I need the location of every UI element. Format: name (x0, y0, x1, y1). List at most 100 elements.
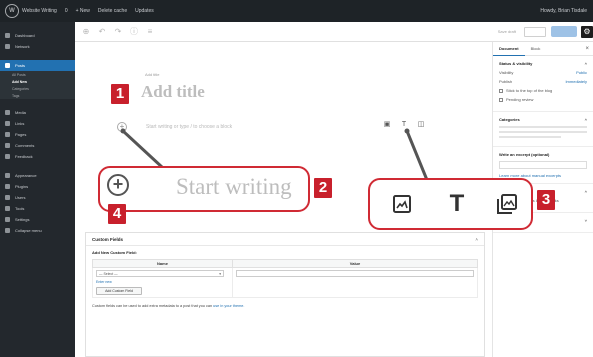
custom-field-name-select[interactable]: — Select — ▾ (96, 270, 224, 277)
visibility-row: Visibility Public (499, 70, 587, 75)
status-visibility-toggle[interactable]: Status & visibility ˄ (499, 61, 587, 66)
sidebar-item-settings[interactable]: Settings (0, 214, 75, 225)
sidebar-item-comments[interactable]: Comments (0, 140, 75, 151)
help-link[interactable]: use in your theme. (213, 304, 244, 308)
sidebar-subitem-all-posts[interactable]: All Posts (0, 71, 75, 78)
sidebar-item-links[interactable]: Links (0, 118, 75, 129)
publish-row: Publish Immediately (499, 79, 587, 84)
sidebar-item-media[interactable]: Media (0, 107, 75, 118)
block-navigation-icon[interactable]: ≡ (145, 27, 155, 37)
value-cell (232, 267, 478, 298)
undo-icon[interactable]: ↶ (97, 27, 107, 37)
users-icon (5, 195, 10, 200)
custom-fields-metabox: Custom Fields ˄ Add New Custom Field: Nam… (85, 232, 485, 357)
category-list (499, 126, 587, 138)
category-line (499, 126, 587, 128)
appearance-icon (5, 173, 10, 178)
publish-date-toggle[interactable]: Immediately (565, 79, 587, 84)
sidebar-subitem-tags[interactable]: Tags (0, 92, 75, 99)
image-icon[interactable] (388, 190, 416, 218)
add-custom-field-button[interactable]: Add Custom Field (96, 287, 142, 295)
delete-cache-link[interactable]: Delete cache (98, 8, 127, 14)
tab-block[interactable]: Block (525, 46, 547, 51)
sidebar-item-appearance[interactable]: Appearance (0, 170, 75, 181)
site-name-link[interactable]: Website Writing (22, 8, 57, 14)
pending-review-checkbox[interactable]: Pending review (499, 97, 587, 102)
custom-fields-header[interactable]: Custom Fields ˄ (86, 233, 484, 246)
quick-gallery-icon[interactable]: ◫ (417, 121, 425, 129)
posts-pin-icon (5, 63, 10, 68)
checkbox-icon (499, 97, 503, 102)
callout-badge-2: 2 (314, 178, 332, 198)
redo-icon[interactable]: ↷ (113, 27, 123, 37)
sidebar-separator (0, 99, 75, 107)
admin-sidebar: Dashboard Network Posts All Posts Add Ne… (0, 22, 75, 357)
gallery-icon[interactable] (493, 190, 521, 218)
custom-fields-help: Custom fields can be used to add extra m… (92, 304, 245, 308)
sidebar-item-network[interactable]: Network (0, 41, 75, 52)
title-hint: Add title (145, 72, 160, 77)
preview-button[interactable] (524, 26, 546, 37)
dashboard-icon (5, 33, 10, 38)
callout-badge-1: 1 (111, 84, 129, 104)
sidebar-subitem-categories[interactable]: Categories (0, 85, 75, 92)
howdy-user-link[interactable]: Howdy, Brian Tisdale (540, 8, 587, 14)
media-icon (5, 110, 10, 115)
visibility-toggle[interactable]: Public (576, 70, 587, 75)
plugins-icon (5, 184, 10, 189)
sidebar-item-dashboard[interactable]: Dashboard (0, 30, 75, 41)
new-content-link[interactable]: + New (76, 8, 90, 14)
sidebar-item-collapse[interactable]: Collapse menu (0, 225, 75, 236)
excerpt-textarea[interactable] (499, 161, 587, 169)
category-line (499, 136, 561, 138)
plus-circle-icon[interactable]: + (107, 174, 129, 196)
callout-badge-3: 3 (537, 190, 555, 210)
table-header-row: Name Value (92, 259, 478, 268)
category-line (499, 131, 587, 133)
sidebar-item-pages[interactable]: Pages (0, 129, 75, 140)
settings-gear-icon[interactable]: ⚙ (581, 25, 593, 38)
editor-toolbar: ⊕ ↶ ↷ ⓘ ≡ Save draft ⚙ (75, 22, 593, 42)
chevron-up-icon: ˄ (584, 117, 587, 122)
sidebar-item-feedback[interactable]: Feedback (0, 151, 75, 162)
gallery-icon-svg (497, 194, 517, 214)
stick-to-top-checkbox[interactable]: Stick to the top of the blog (499, 88, 587, 93)
wordpress-logo-icon[interactable]: W (5, 4, 19, 18)
network-icon (5, 44, 10, 49)
settings-icon (5, 217, 10, 222)
enter-new-link[interactable]: Enter new (96, 280, 229, 284)
publish-button[interactable] (551, 26, 577, 37)
status-visibility-section: Status & visibility ˄ Visibility Public Pu… (493, 56, 593, 112)
post-title-input[interactable]: Add title (141, 82, 205, 102)
save-draft-button[interactable]: Save draft (498, 29, 516, 34)
image-icon-svg (393, 195, 411, 213)
quick-image-icon[interactable]: ▣ (383, 121, 391, 129)
updates-link[interactable]: Updates (135, 8, 154, 14)
chevron-down-icon: ˅ (584, 218, 587, 223)
paragraph-placeholder[interactable]: Start writing or type / to choose a bloc… (146, 124, 232, 130)
custom-field-value-input[interactable] (236, 270, 474, 277)
start-writing-placeholder[interactable]: Start writing (176, 174, 292, 200)
sidebar-item-posts[interactable]: Posts (0, 60, 75, 71)
custom-field-table: Name Value — Select — ▾ Enter new Add Cus… (92, 259, 478, 298)
tools-icon (5, 206, 10, 211)
categories-toggle[interactable]: Categories ˄ (499, 117, 587, 122)
comments-count[interactable]: 0 (65, 8, 68, 14)
screenshot-frame: W Website Writing 0 + New Delete cache U… (0, 0, 593, 357)
checkbox-icon (499, 88, 503, 93)
comments-icon (5, 143, 10, 148)
text-T-icon[interactable]: T (443, 190, 471, 218)
sidebar-subitem-add-new[interactable]: Add New (0, 78, 75, 85)
quick-heading-icon[interactable]: T (400, 121, 408, 129)
close-icon[interactable]: × (585, 46, 589, 52)
tab-document[interactable]: Document (493, 42, 525, 56)
info-icon[interactable]: ⓘ (129, 27, 139, 37)
sidebar-item-users[interactable]: Users (0, 192, 75, 203)
chevron-up-icon: ˄ (584, 189, 587, 194)
sidebar-separator (0, 162, 75, 170)
sidebar-item-tools[interactable]: Tools (0, 203, 75, 214)
inline-add-block-icon[interactable]: + (117, 122, 127, 132)
add-block-icon[interactable]: ⊕ (81, 27, 91, 37)
sidebar-item-plugins[interactable]: Plugins (0, 181, 75, 192)
